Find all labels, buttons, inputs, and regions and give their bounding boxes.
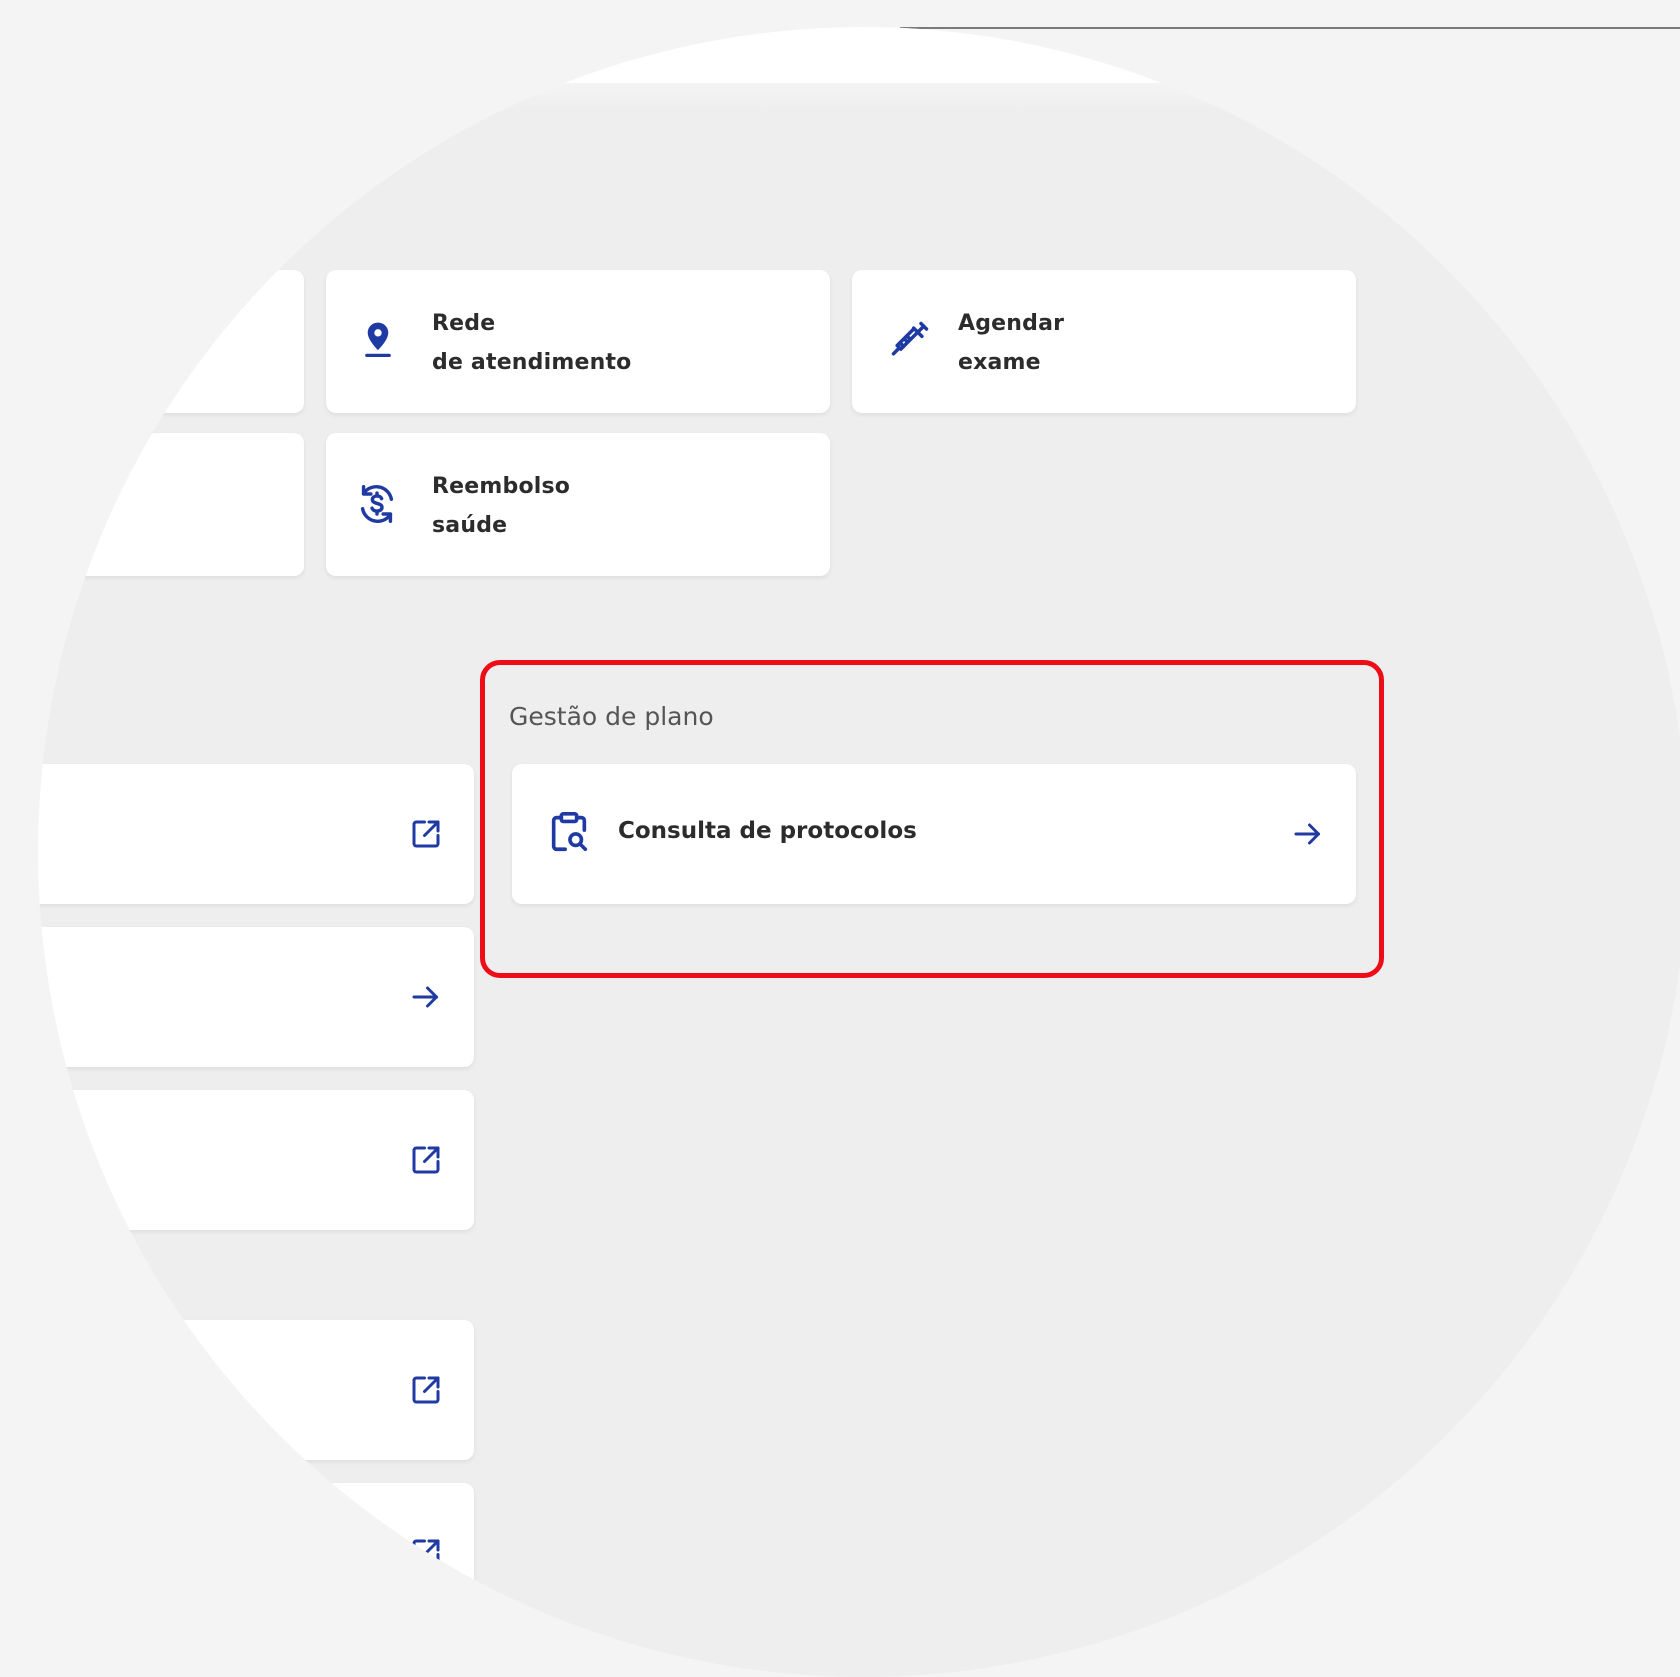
location-pin-icon xyxy=(356,318,400,362)
magnifier-lens: Rede de atendimento Agendar exame Reembo… xyxy=(38,27,1680,1677)
quick-action-card-partial[interactable] xyxy=(38,433,304,576)
label-line-1: Agendar xyxy=(958,311,1065,336)
highlight-box xyxy=(480,660,1384,978)
quick-action-label: Rede de atendimento xyxy=(432,304,632,382)
label-line-1: Reembolso xyxy=(432,474,571,499)
label-line-2: exame xyxy=(958,350,1041,375)
refund-dollar-icon xyxy=(354,481,398,525)
header-strip xyxy=(38,27,1680,111)
external-link-icon xyxy=(408,1142,444,1178)
list-item[interactable] xyxy=(38,764,474,904)
arrow-right-icon xyxy=(408,979,444,1015)
external-link-icon xyxy=(408,1372,444,1408)
quick-action-reembolso-saude[interactable]: Reembolso saúde xyxy=(326,433,830,576)
list-item[interactable] xyxy=(38,1483,474,1623)
label-line-1: Rede xyxy=(432,311,496,336)
quick-action-label: Agendar exame xyxy=(958,304,1064,382)
label-line-2: saúde xyxy=(432,513,508,538)
quick-action-label: Reembolso saúde xyxy=(432,467,570,545)
list-item[interactable] xyxy=(38,927,474,1067)
list-item[interactable] xyxy=(38,1090,474,1230)
magnified-content: Rede de atendimento Agendar exame Reembo… xyxy=(38,27,1680,1656)
quick-action-card-partial[interactable] xyxy=(38,270,304,413)
external-link-icon xyxy=(408,816,444,852)
quick-action-rede-atendimento[interactable]: Rede de atendimento xyxy=(326,270,830,413)
label-line-2: de atendimento xyxy=(432,350,632,375)
syringe-icon xyxy=(888,318,932,362)
external-link-icon xyxy=(408,1535,444,1571)
list-item[interactable] xyxy=(38,1320,474,1460)
quick-action-agendar-exame[interactable]: Agendar exame xyxy=(852,270,1356,413)
